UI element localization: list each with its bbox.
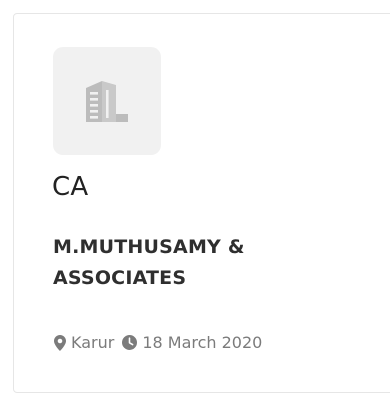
job-listing-card[interactable]: CA M.MUTHUSAMY & ASSOCIATES Karur 18 Mar… bbox=[13, 13, 390, 393]
location-text: Karur bbox=[71, 333, 115, 352]
job-title[interactable]: CA bbox=[52, 172, 88, 203]
map-marker-icon bbox=[54, 334, 66, 351]
location-info: Karur bbox=[54, 333, 114, 352]
company-logo[interactable] bbox=[53, 47, 161, 155]
company-name[interactable]: M.MUTHUSAMY & ASSOCIATES bbox=[53, 232, 313, 295]
date-text: 18 March 2020 bbox=[142, 333, 263, 352]
date-info: 18 March 2020 bbox=[122, 333, 262, 352]
listing-meta: Karur 18 March 2020 bbox=[54, 333, 262, 352]
building-icon bbox=[86, 81, 128, 122]
clock-icon bbox=[122, 335, 138, 350]
